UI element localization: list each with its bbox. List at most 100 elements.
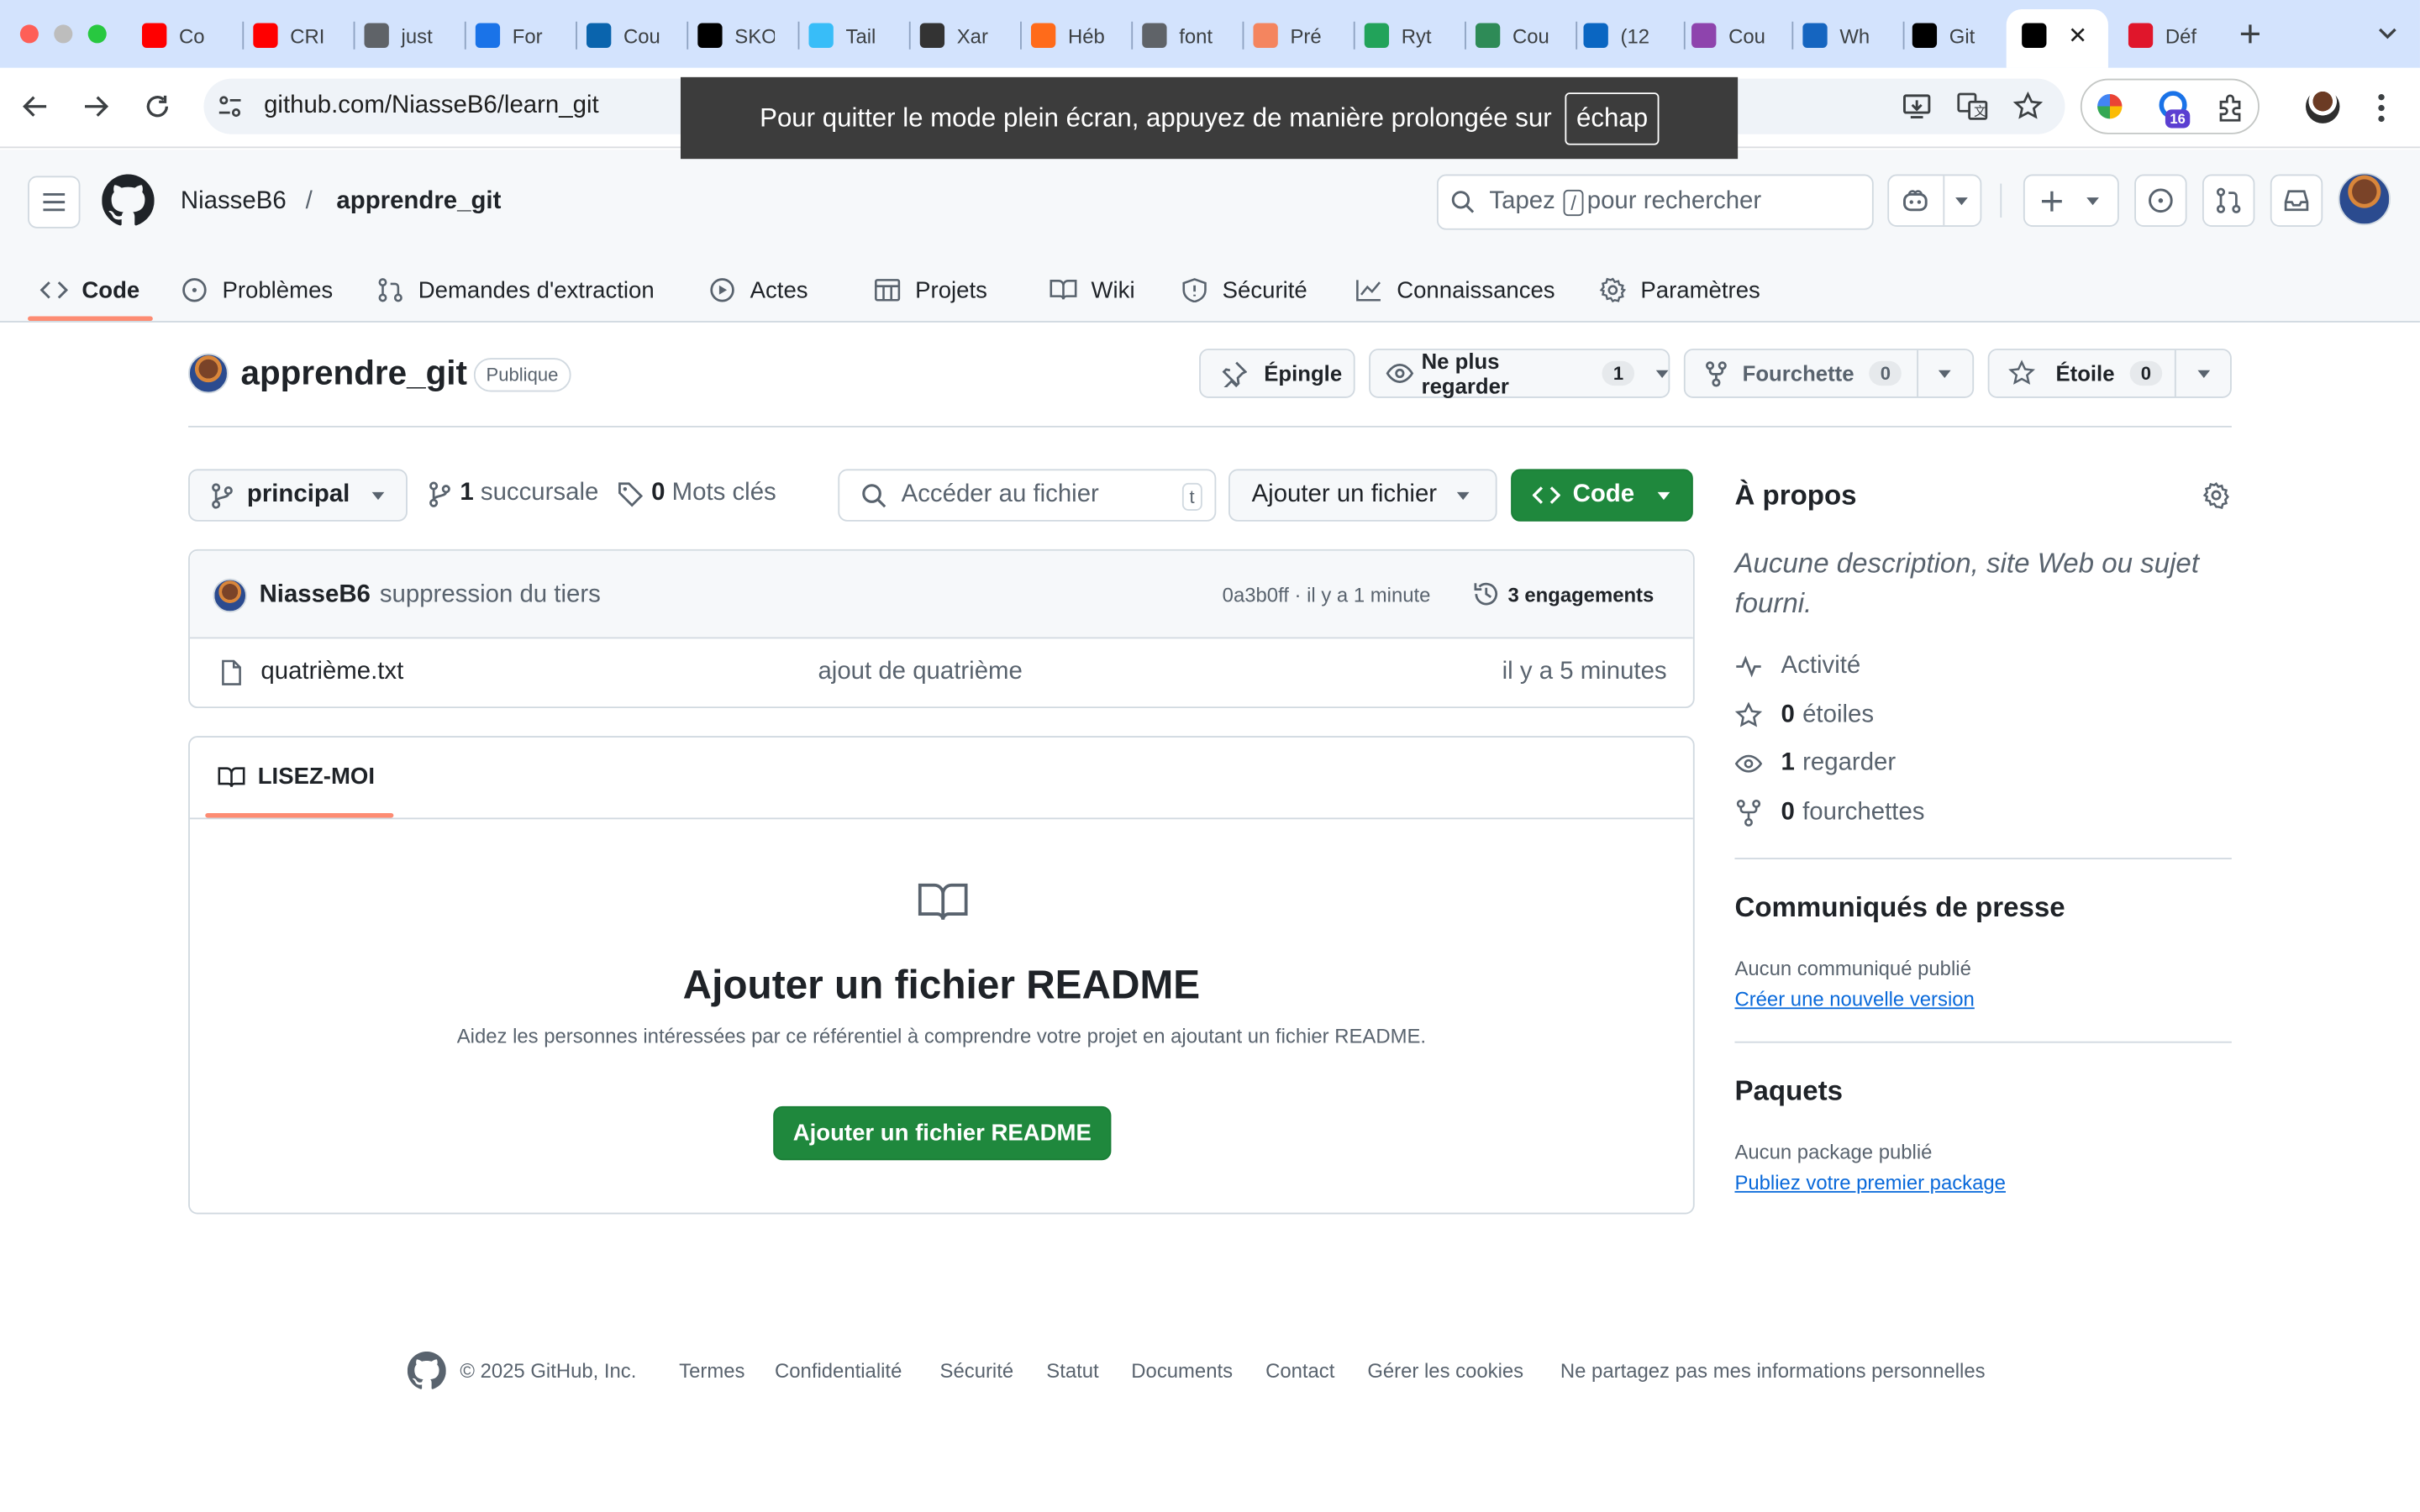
about-stat-star[interactable]: 0 étoiles	[1734, 700, 1874, 731]
star-button[interactable]: Étoile 0	[1987, 349, 2232, 398]
menu-dots-icon[interactable]	[2377, 92, 2386, 123]
inbox-button[interactable]	[2270, 174, 2323, 227]
close-window-button[interactable]	[19, 24, 39, 44]
browser-tab[interactable]	[2022, 13, 2059, 59]
publish-package-link[interactable]: Publiez votre premier package	[1734, 1171, 2006, 1194]
browser-tab[interactable]: just	[364, 13, 441, 59]
packages-title[interactable]: Paquets	[1734, 1075, 1843, 1108]
file-name[interactable]: quatrième.txt	[260, 659, 403, 686]
color-extension-icon[interactable]	[2097, 94, 2123, 119]
tab-pull-request[interactable]: Demandes d'extraction	[376, 260, 655, 321]
tab-gear[interactable]: Paramètres	[1599, 260, 1760, 321]
footer-link[interactable]: Ne partagez pas mes informations personn…	[1560, 1359, 1986, 1383]
footer-link[interactable]: Documents	[1131, 1359, 1233, 1383]
branch-selector[interactable]: principal	[188, 469, 408, 522]
footer-link[interactable]: Sécurité	[940, 1359, 1014, 1383]
gear-icon[interactable]	[2202, 481, 2230, 510]
add-readme-button[interactable]: Ajouter un fichier README	[773, 1105, 1112, 1161]
repo-link[interactable]: apprendre_git	[336, 188, 501, 216]
translate-icon[interactable]: 文	[1957, 92, 1988, 120]
browser-tab[interactable]: Git	[1912, 13, 1990, 59]
about-stat-pulse[interactable]: Activité	[1734, 651, 1860, 682]
chevron-down-icon[interactable]	[1655, 369, 1669, 378]
hamburger-menu-button[interactable]	[28, 176, 81, 228]
profile-avatar[interactable]	[2306, 89, 2340, 123]
tab-table[interactable]: Projets	[874, 260, 987, 321]
browser-tab[interactable]: Pré	[1253, 13, 1330, 59]
browser-tab[interactable]: Ryt	[1364, 13, 1442, 59]
browser-tab[interactable]: SKO	[697, 13, 775, 59]
browser-tab[interactable]: Cou	[586, 13, 664, 59]
tags-count: 0	[651, 480, 666, 507]
create-new-button[interactable]	[2023, 174, 2119, 227]
bookmark-star-icon[interactable]	[2012, 91, 2044, 122]
site-info-icon[interactable]	[218, 94, 242, 118]
about-stat-fork[interactable]: 0 fourchettes	[1734, 798, 1924, 829]
footer-link[interactable]: Statut	[1046, 1359, 1098, 1383]
back-icon[interactable]	[22, 92, 50, 120]
browser-tab[interactable]: Cou	[1691, 13, 1769, 59]
browser-tab[interactable]: Tail	[808, 13, 886, 59]
commits-link[interactable]: 3 engagements	[1472, 580, 1654, 608]
tab-search-icon[interactable]	[2374, 18, 2402, 50]
repo-title[interactable]: apprendre_git	[241, 354, 467, 394]
footer-link[interactable]: Termes	[679, 1359, 744, 1383]
browser-tab[interactable]: For	[475, 13, 553, 59]
new-tab-icon[interactable]	[2235, 18, 2266, 50]
fork-button[interactable]: Fourchette 0	[1683, 349, 1975, 398]
chevron-down-icon[interactable]	[2197, 370, 2211, 378]
tab-issue[interactable]: Problèmes	[181, 260, 333, 321]
tab-play[interactable]: Actes	[708, 260, 808, 321]
file-commit-message[interactable]: ajout de quatrième	[818, 659, 1022, 686]
pull-requests-button[interactable]	[2202, 174, 2255, 227]
github-footer-logo-icon[interactable]	[407, 1351, 446, 1390]
browser-tab[interactable]: Xar	[919, 13, 997, 59]
releases-title[interactable]: Communiqués de presse	[1734, 892, 2065, 925]
user-avatar[interactable]	[2338, 172, 2391, 226]
github-logo-icon[interactable]	[102, 174, 155, 227]
watch-button[interactable]: Ne plus regarder 1	[1369, 349, 1670, 398]
readme-tab[interactable]: LISEZ-MOI	[218, 764, 375, 790]
maximize-window-button[interactable]	[87, 24, 107, 44]
browser-tab[interactable]: font	[1142, 13, 1219, 59]
about-stat-eye[interactable]: 1 regarder	[1734, 749, 1896, 780]
puzzle-icon[interactable]	[2217, 92, 2248, 123]
go-to-file-input[interactable]: Accéder au fichier t	[838, 469, 1217, 522]
browser-tab[interactable]: Déf	[2128, 13, 2206, 59]
tags-link[interactable]: 0 Mots clés	[618, 480, 776, 507]
code-button[interactable]: Code	[1511, 469, 1693, 522]
branches-link[interactable]: 1 succursale	[429, 480, 598, 507]
tab-shield[interactable]: Sécurité	[1181, 260, 1307, 321]
pin-button[interactable]: Épingle	[1199, 349, 1355, 398]
add-file-button[interactable]: Ajouter un fichier	[1228, 469, 1497, 522]
minimize-window-button[interactable]	[54, 24, 73, 44]
browser-tab[interactable]: Wh	[1802, 13, 1880, 59]
install-app-icon[interactable]	[1902, 92, 1933, 120]
repo-nav-label: Demandes d'extraction	[418, 276, 655, 303]
reload-icon[interactable]	[144, 92, 171, 120]
commit-message[interactable]: suppression du tiers	[380, 581, 601, 609]
global-search-input[interactable]: Tapez / pour rechercher	[1436, 174, 1874, 230]
tab-code[interactable]: Code	[39, 260, 139, 321]
create-release-link[interactable]: Créer une nouvelle version	[1734, 987, 1974, 1011]
commit-author[interactable]: NiasseB6	[260, 581, 371, 609]
close-tab-icon[interactable]: ✕	[2068, 22, 2087, 50]
browser-tab[interactable]: Co	[141, 13, 219, 59]
browser-tab[interactable]: Cou	[1475, 13, 1553, 59]
browser-tab[interactable]: (12	[1583, 13, 1660, 59]
owner-link[interactable]: NiasseB6	[181, 188, 287, 216]
tab-book[interactable]: Wiki	[1050, 260, 1135, 321]
copilot-button[interactable]	[1887, 174, 1982, 227]
browser-tab[interactable]: CRI	[253, 13, 330, 59]
chevron-down-icon[interactable]	[1938, 370, 1951, 378]
repo-nav-label: Problèmes	[222, 276, 334, 303]
footer-link[interactable]: Contact	[1265, 1359, 1334, 1383]
commit-hash-time[interactable]: 0a3b0ff · il y a 1 minute	[1223, 583, 1431, 606]
tab-graph[interactable]: Connaissances	[1355, 260, 1555, 321]
footer-link[interactable]: Confidentialité	[775, 1359, 902, 1383]
footer-link[interactable]: Gérer les cookies	[1367, 1359, 1523, 1383]
forward-icon[interactable]	[82, 92, 109, 120]
browser-tab[interactable]: Héb	[1030, 13, 1108, 59]
repo-nav-label: Actes	[750, 276, 808, 303]
issues-button[interactable]	[2134, 174, 2187, 227]
